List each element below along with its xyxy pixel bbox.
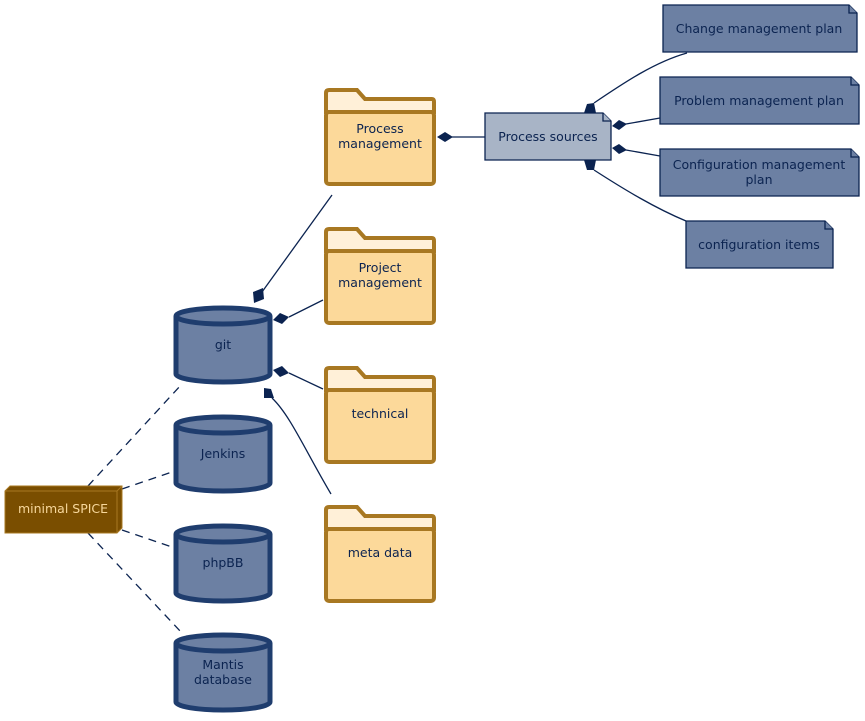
- node-label: minimal SPICE: [18, 501, 108, 516]
- edge-git-project-management: [288, 299, 324, 318]
- database-label: Mantis: [202, 657, 243, 672]
- composition-diamond: [584, 160, 596, 170]
- note-problem-management-plan[interactable]: Problem management plan: [659, 76, 860, 125]
- edge-spice-git: [87, 384, 182, 487]
- edge-ps-config-plan: [625, 149, 661, 157]
- composition-diamond: [437, 132, 453, 142]
- edge-git-technical: [288, 372, 324, 390]
- folder-process-management[interactable]: Process management: [324, 88, 436, 186]
- composition-diamond: [612, 144, 627, 154]
- edge-spice-mantis: [87, 532, 182, 633]
- database-label: phpBB: [203, 555, 244, 570]
- composition-diamond: [273, 366, 289, 377]
- composition-diamond: [253, 288, 264, 303]
- note-process-sources[interactable]: Process sources: [484, 112, 612, 161]
- folder-meta-data[interactable]: meta data: [324, 505, 436, 603]
- note-label: Configuration management: [673, 157, 846, 172]
- folder-label: meta data: [348, 545, 413, 560]
- edge-git-process-management: [261, 194, 333, 293]
- database-label: Jenkins: [200, 446, 245, 461]
- note-label: Process sources: [498, 129, 597, 144]
- note-change-management-plan[interactable]: Change management plan: [662, 4, 858, 53]
- diagram: minimal SPICE git Jenkins phpBB Mantis d…: [4, 4, 860, 713]
- folder-label: management: [338, 275, 422, 290]
- node-minimal-spice[interactable]: minimal SPICE: [4, 485, 123, 534]
- database-label: database: [194, 672, 252, 687]
- note-configuration-items[interactable]: configuration items: [685, 220, 834, 269]
- edge-git-meta-data: [271, 397, 332, 495]
- composition-diamond: [612, 120, 627, 130]
- database-phpbb[interactable]: phpBB: [173, 523, 273, 604]
- database-mantis[interactable]: Mantis database: [173, 632, 273, 713]
- folder-label: management: [338, 136, 422, 151]
- database-jenkins[interactable]: Jenkins: [173, 414, 273, 494]
- note-configuration-management-plan[interactable]: Configuration management plan: [659, 148, 860, 197]
- database-label: git: [215, 337, 231, 352]
- composition-diamond: [584, 103, 596, 113]
- note-label: Change management plan: [676, 21, 843, 36]
- edge-ps-problem: [625, 117, 661, 125]
- edge-spice-jenkins: [121, 471, 173, 490]
- folder-label: technical: [352, 406, 409, 421]
- folder-technical[interactable]: technical: [324, 366, 436, 464]
- folder-label: Project: [359, 260, 402, 275]
- composition-diamond: [264, 388, 274, 398]
- composition-diamond: [273, 313, 289, 324]
- folder-project-management[interactable]: Project management: [324, 227, 436, 325]
- edge-spice-phpbb: [121, 529, 173, 548]
- folder-label: Process: [356, 121, 403, 136]
- note-label: Problem management plan: [674, 93, 844, 108]
- database-git[interactable]: git: [173, 305, 273, 385]
- note-label: configuration items: [698, 237, 820, 252]
- note-label: plan: [746, 172, 773, 187]
